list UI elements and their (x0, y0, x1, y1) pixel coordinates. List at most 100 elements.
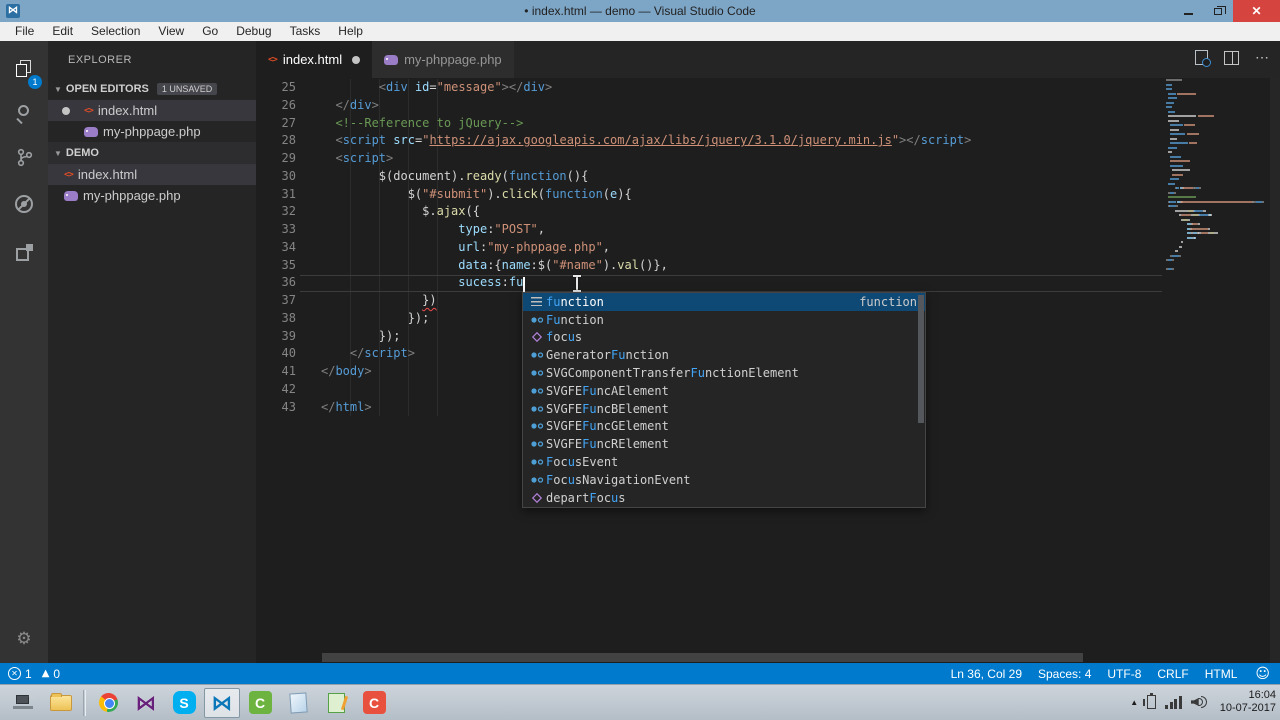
taskbar-item-chrome-icon[interactable] (90, 688, 126, 718)
explorer-sidebar: EXPLORER ▼ OPEN EDITORS 1 UNSAVED <> inde… (48, 41, 256, 663)
html-file-icon: <> (84, 105, 94, 116)
taskbar-clock[interactable]: 16:04 10-07-2017 (1220, 689, 1276, 715)
suggest-item-1[interactable]: Function (523, 311, 925, 329)
code-line-36[interactable]: 36 sucess:fu (256, 274, 1162, 292)
sidebar-title: EXPLORER (68, 54, 132, 66)
suggest-item-6[interactable]: SVGFEFuncBElement (523, 400, 925, 418)
code-line-26[interactable]: 26 </div> (256, 97, 1162, 115)
search-view-button[interactable] (0, 91, 48, 135)
taskbar-item-visual-studio-icon[interactable]: ⋈ (128, 688, 164, 718)
property-icon (527, 492, 546, 504)
cursor-position[interactable]: Ln 36, Col 29 (951, 667, 1022, 681)
open-preview-icon[interactable] (1195, 50, 1211, 67)
eol-setting[interactable]: CRLF (1157, 667, 1188, 681)
line-number: 36 (281, 275, 296, 290)
line-number: 27 (281, 115, 296, 130)
indentation-setting[interactable]: Spaces: 4 (1038, 667, 1091, 681)
menu-item-file[interactable]: File (6, 22, 43, 41)
taskbar-item-file-explorer-icon[interactable] (43, 688, 79, 718)
extensions-view-button[interactable] (0, 230, 48, 274)
more-actions-icon[interactable]: ⋯ (1255, 49, 1270, 66)
file-tree-item-my-phppage.php[interactable]: my-phppage.php (48, 185, 256, 206)
file-explorer-icon (50, 692, 72, 711)
volume-icon[interactable] (1190, 695, 1207, 709)
code-line-33[interactable]: 33 type:"POST", (256, 221, 1162, 239)
open-editor-item-my-phppage.php[interactable]: my-phppage.php (48, 121, 256, 142)
taskbar-item-notes-icon[interactable] (318, 688, 354, 718)
feedback-smiley-icon[interactable]: ☺ (1255, 666, 1270, 682)
tab-index.html[interactable]: <> index.html (256, 41, 373, 78)
line-number: 30 (281, 168, 296, 183)
menu-item-go[interactable]: Go (193, 22, 227, 41)
suggest-item-2[interactable]: focus (523, 329, 925, 347)
taskbar-item-camtasia-icon[interactable]: C (242, 688, 278, 718)
suggest-item-10[interactable]: FocusNavigationEvent (523, 471, 925, 489)
chevron-down-icon: ▼ (54, 148, 62, 158)
network-signal-icon[interactable] (1165, 695, 1182, 709)
files-icon (15, 60, 33, 78)
code-line-27[interactable]: 27 <!--Reference to jQuery--> (256, 115, 1162, 133)
taskbar-item-vscode-icon[interactable]: ⋈ (204, 687, 240, 718)
horizontal-scrollbar[interactable] (322, 653, 1083, 662)
suggest-item-9[interactable]: FocusEvent (523, 453, 925, 471)
menu-item-tasks[interactable]: Tasks (281, 22, 330, 41)
suggest-item-8[interactable]: SVGFEFuncRElement (523, 435, 925, 453)
unsaved-badge: 1 UNSAVED (156, 83, 218, 95)
taskbar-separator (83, 689, 86, 716)
taskbar-item-skype-icon[interactable]: S (166, 688, 202, 718)
menu-item-help[interactable]: Help (329, 22, 372, 41)
file-tree-item-index.html[interactable]: <> index.html (48, 164, 256, 185)
chevron-down-icon: ▼ (54, 84, 62, 94)
debug-view-button[interactable] (0, 182, 48, 226)
split-editor-icon[interactable] (1224, 50, 1239, 65)
taskbar-item-camtasia-recorder-icon[interactable]: C (356, 688, 392, 718)
class-icon (527, 368, 546, 378)
menu-item-debug[interactable]: Debug (227, 22, 280, 41)
taskbar-item-notepad-icon[interactable] (280, 688, 316, 718)
minimap[interactable] (1162, 78, 1270, 663)
settings-button[interactable]: ⚙ (0, 617, 48, 661)
suggest-item-5[interactable]: SVGFEFuncAElement (523, 382, 925, 400)
suggest-item-0[interactable]: function function (523, 293, 925, 311)
language-mode[interactable]: HTML (1205, 667, 1238, 681)
menu-item-view[interactable]: View (149, 22, 193, 41)
suggest-item-4[interactable]: SVGComponentTransferFunctionElement (523, 364, 925, 382)
folder-section-header[interactable]: ▼ DEMO (48, 142, 256, 164)
code-line-28[interactable]: 28 <script src="https://ajax.googleapis.… (256, 132, 1162, 150)
modified-dot-icon (62, 106, 70, 115)
editor-tab-bar: <> index.html my-phppage.php (256, 41, 1280, 78)
tab-my-phppage.php[interactable]: my-phppage.php (372, 41, 514, 78)
minimize-button[interactable] (1173, 0, 1203, 22)
power-icon[interactable] (1143, 693, 1157, 709)
code-line-25[interactable]: 25 <div id="message"></div> (256, 79, 1162, 97)
code-line-32[interactable]: 32 $.ajax({ (256, 203, 1162, 221)
menu-item-selection[interactable]: Selection (82, 22, 149, 41)
source-control-view-button[interactable] (0, 135, 48, 179)
php-file-icon (84, 126, 98, 137)
popup-scrollbar[interactable] (918, 295, 924, 423)
close-button[interactable]: ✕ (1233, 0, 1280, 22)
line-number: 34 (281, 239, 296, 254)
encoding-setting[interactable]: UTF-8 (1107, 667, 1141, 681)
class-icon (527, 457, 546, 467)
restore-button[interactable] (1203, 0, 1233, 22)
modified-dot-icon (352, 55, 361, 64)
php-file-icon (384, 54, 399, 65)
suggest-item-11[interactable]: departFocus (523, 489, 925, 507)
code-line-30[interactable]: 30 $(document).ready(function(){ (256, 168, 1162, 186)
code-line-31[interactable]: 31 $("#submit").click(function(e){ (256, 186, 1162, 204)
hidden-icons-arrow[interactable]: ▲ (1130, 698, 1138, 707)
suggest-item-3[interactable]: GeneratorFunction (523, 346, 925, 364)
vertical-scrollbar[interactable] (1270, 78, 1280, 663)
explorer-view-button[interactable]: 1 (0, 47, 48, 91)
problems-indicator[interactable]: ✕ 1 ▲ 0 (8, 667, 60, 681)
extensions-icon (15, 243, 33, 261)
code-line-34[interactable]: 34 url:"my-phppage.php", (256, 239, 1162, 257)
code-line-35[interactable]: 35 data:{name:$("#name").val()}, (256, 257, 1162, 275)
code-line-29[interactable]: 29 <script> (256, 150, 1162, 168)
open-editors-header[interactable]: ▼ OPEN EDITORS 1 UNSAVED (48, 78, 256, 100)
menu-item-edit[interactable]: Edit (43, 22, 82, 41)
open-editor-item-index.html[interactable]: <> index.html (48, 100, 256, 121)
suggest-item-7[interactable]: SVGFEFuncGElement (523, 418, 925, 436)
taskbar-item-start-laptop-icon[interactable]: ⚙ (5, 688, 41, 718)
